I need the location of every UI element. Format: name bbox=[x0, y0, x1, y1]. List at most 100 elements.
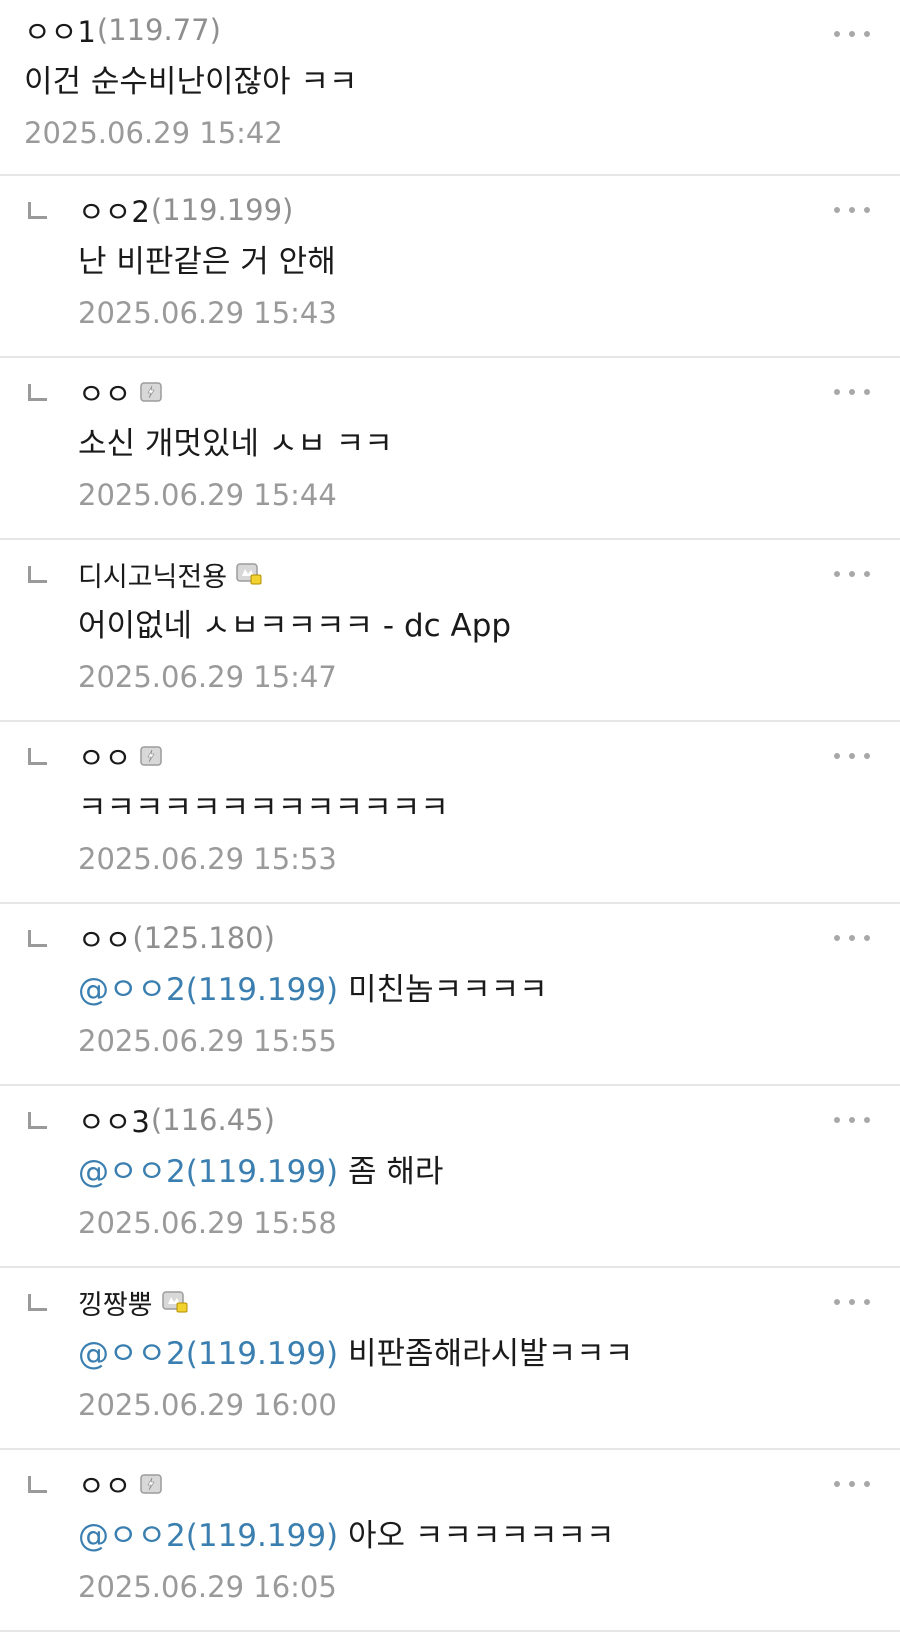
fixed-nick-icon bbox=[140, 1474, 163, 1498]
comment-content: ㅇㅇ ㅋㅋㅋㅋㅋㅋㅋㅋㅋㅋㅋㅋㅋ 2025.06.29 15:53 bbox=[78, 734, 820, 876]
more-dot-icon bbox=[834, 753, 840, 759]
reply-item: 디시고닉전용 어이없네 ㅅㅂㅋㅋㅋㅋ - dc App 2025.06.29 1… bbox=[0, 540, 900, 722]
author-name[interactable]: ㅇㅇ bbox=[78, 917, 131, 959]
comment-body: 비판좀해라시발ㅋㅋㅋ bbox=[348, 1336, 634, 1372]
more-dot-icon bbox=[864, 1299, 870, 1305]
comment-author-row: ㅇㅇ1 (119.77) bbox=[24, 8, 820, 52]
more-dot-icon bbox=[849, 1117, 855, 1123]
comment-body: 난 비판같은 거 안해 bbox=[78, 244, 336, 280]
more-dot-icon bbox=[834, 31, 840, 37]
reply-arrow-icon bbox=[28, 566, 47, 583]
comment-text: @ㅇㅇ2(119.199) 아오 ㅋㅋㅋㅋㅋㅋㅋ bbox=[78, 1516, 820, 1556]
comment-author-row: ㅇㅇ3 (116.45) bbox=[78, 1098, 820, 1142]
comment-item: ㅇㅇ1 (119.77) 이건 순수비난이잖아 ㅋㅋ 2025.06.29 15:… bbox=[0, 0, 900, 176]
author-name[interactable]: 디시고닉전용 bbox=[78, 555, 227, 594]
comment-content: ㅇㅇ3 (116.45) @ㅇㅇ2(119.199) 좀 해라 2025.06.2… bbox=[78, 1098, 820, 1240]
reply-item: ㅇㅇ3 (116.45) @ㅇㅇ2(119.199) 좀 해라 2025.06.2… bbox=[0, 1086, 900, 1268]
more-dot-icon bbox=[864, 31, 870, 37]
gonick-icon bbox=[161, 1291, 188, 1317]
comment-text: 소신 개멋있네 ㅅㅂ ㅋㅋ bbox=[78, 424, 820, 464]
more-dot-icon bbox=[849, 1299, 855, 1305]
reply-item: ㅇㅇ @ㅇㅇ2(119.199) 아오 ㅋㅋㅋㅋㅋㅋㅋ 2025.06.29 1… bbox=[0, 1450, 900, 1632]
comment-date: 2025.06.29 15:44 bbox=[78, 478, 337, 512]
reply-arrow-icon bbox=[28, 202, 47, 219]
more-options-button[interactable] bbox=[834, 200, 870, 220]
more-dot-icon bbox=[864, 753, 870, 759]
more-dot-icon bbox=[849, 753, 855, 759]
fixed-nick-icon bbox=[140, 382, 163, 406]
more-dot-icon bbox=[834, 935, 840, 941]
reply-item: ㅇㅇ ㅋㅋㅋㅋㅋㅋㅋㅋㅋㅋㅋㅋㅋ 2025.06.29 15:53 bbox=[0, 722, 900, 904]
more-dot-icon bbox=[849, 31, 855, 37]
comment-author-row: 디시고닉전용 bbox=[78, 552, 820, 596]
more-options-button[interactable] bbox=[834, 746, 870, 766]
author-name[interactable]: ㅇㅇ bbox=[78, 735, 131, 777]
comment-body: 소신 개멋있네 ㅅㅂ ㅋㅋ bbox=[78, 426, 393, 462]
author-ip: (125.180) bbox=[132, 921, 275, 955]
comment-author-row: ㅇㅇ2 (119.199) bbox=[78, 188, 820, 232]
more-dot-icon bbox=[864, 935, 870, 941]
more-dot-icon bbox=[864, 207, 870, 213]
more-options-button[interactable] bbox=[834, 382, 870, 402]
more-dot-icon bbox=[849, 389, 855, 395]
more-dot-icon bbox=[864, 389, 870, 395]
more-options-button[interactable] bbox=[834, 1110, 870, 1130]
author-name[interactable]: ㅇㅇ3 bbox=[78, 1099, 150, 1141]
more-options-button[interactable] bbox=[834, 928, 870, 948]
more-dot-icon bbox=[864, 1117, 870, 1123]
reply-arrow-icon bbox=[28, 1476, 47, 1493]
comment-date: 2025.06.29 15:58 bbox=[78, 1206, 337, 1240]
comment-content: ㅇㅇ @ㅇㅇ2(119.199) 아오 ㅋㅋㅋㅋㅋㅋㅋ 2025.06.29 1… bbox=[78, 1462, 820, 1604]
mention-link[interactable]: @ㅇㅇ2(119.199) bbox=[78, 972, 338, 1008]
more-dot-icon bbox=[849, 1481, 855, 1487]
reply-item: ㅇㅇ (125.180) @ㅇㅇ2(119.199) 미친놈ㅋㅋㅋㅋ 2025.0… bbox=[0, 904, 900, 1086]
comment-author-row: ㅇㅇ bbox=[78, 370, 820, 414]
more-dot-icon bbox=[849, 935, 855, 941]
reply-item: ㅇㅇ 소신 개멋있네 ㅅㅂ ㅋㅋ 2025.06.29 15:44 bbox=[0, 358, 900, 540]
comment-date: 2025.06.29 16:05 bbox=[78, 1570, 337, 1604]
reply-arrow-icon bbox=[28, 1294, 47, 1311]
comment-body: 어이없네 ㅅㅂㅋㅋㅋㅋ - dc App bbox=[78, 608, 512, 644]
fixed-nick-icon bbox=[140, 746, 163, 770]
author-name[interactable]: 낑짱뿡 bbox=[78, 1283, 153, 1322]
reply-arrow-icon bbox=[28, 1112, 47, 1129]
comment-content: 낑짱뿡 @ㅇㅇ2(119.199) 비판좀해라시발ㅋㅋㅋ 2025.06.29 … bbox=[78, 1280, 820, 1423]
author-ip: (116.45) bbox=[150, 1103, 275, 1137]
comment-author-row: 낑짱뿡 bbox=[78, 1280, 820, 1324]
comment-body: 미친놈ㅋㅋㅋㅋ bbox=[348, 972, 548, 1008]
comment-date: 2025.06.29 15:55 bbox=[78, 1024, 337, 1058]
author-name[interactable]: ㅇㅇ1 bbox=[24, 9, 96, 51]
comment-text: 이건 순수비난이잖아 ㅋㅋ bbox=[24, 62, 820, 102]
reply-arrow-icon bbox=[28, 930, 47, 947]
comment-text: @ㅇㅇ2(119.199) 좀 해라 bbox=[78, 1152, 820, 1192]
mention-link[interactable]: @ㅇㅇ2(119.199) bbox=[78, 1518, 338, 1554]
gonick-icon bbox=[236, 563, 262, 589]
comment-content: ㅇㅇ2 (119.199) 난 비판같은 거 안해 2025.06.29 15:4… bbox=[78, 188, 820, 330]
more-options-button[interactable] bbox=[834, 1474, 870, 1494]
more-dot-icon bbox=[834, 1299, 840, 1305]
comment-date: 2025.06.29 15:43 bbox=[78, 296, 337, 330]
comment-date: 2025.06.29 15:42 bbox=[24, 116, 283, 150]
author-ip: (119.199) bbox=[150, 193, 294, 227]
author-name[interactable]: ㅇㅇ2 bbox=[78, 189, 150, 231]
reply-item: ㅇㅇ2 (119.199) 난 비판같은 거 안해 2025.06.29 15:4… bbox=[0, 176, 900, 358]
comment-content: ㅇㅇ 소신 개멋있네 ㅅㅂ ㅋㅋ 2025.06.29 15:44 bbox=[78, 370, 820, 512]
author-name[interactable]: ㅇㅇ bbox=[78, 371, 131, 413]
more-options-button[interactable] bbox=[834, 564, 870, 584]
comment-date: 2025.06.29 16:00 bbox=[78, 1388, 337, 1422]
more-dot-icon bbox=[834, 389, 840, 395]
author-name[interactable]: ㅇㅇ bbox=[78, 1463, 131, 1505]
comment-text: @ㅇㅇ2(119.199) 비판좀해라시발ㅋㅋㅋ bbox=[78, 1334, 820, 1374]
comment-author-row: ㅇㅇ bbox=[78, 1462, 820, 1506]
more-options-button[interactable] bbox=[834, 1292, 870, 1312]
reply-arrow-icon bbox=[28, 384, 47, 401]
more-dot-icon bbox=[834, 207, 840, 213]
more-dot-icon bbox=[834, 571, 840, 577]
mention-link[interactable]: @ㅇㅇ2(119.199) bbox=[78, 1154, 338, 1190]
more-options-button[interactable] bbox=[834, 24, 870, 44]
comment-body: 이건 순수비난이잖아 ㅋㅋ bbox=[24, 64, 358, 100]
mention-link[interactable]: @ㅇㅇ2(119.199) bbox=[78, 1336, 338, 1372]
comment-body: 좀 해라 bbox=[348, 1154, 444, 1190]
more-dot-icon bbox=[834, 1117, 840, 1123]
reply-item: 낑짱뿡 @ㅇㅇ2(119.199) 비판좀해라시발ㅋㅋㅋ 2025.06.29 … bbox=[0, 1268, 900, 1450]
